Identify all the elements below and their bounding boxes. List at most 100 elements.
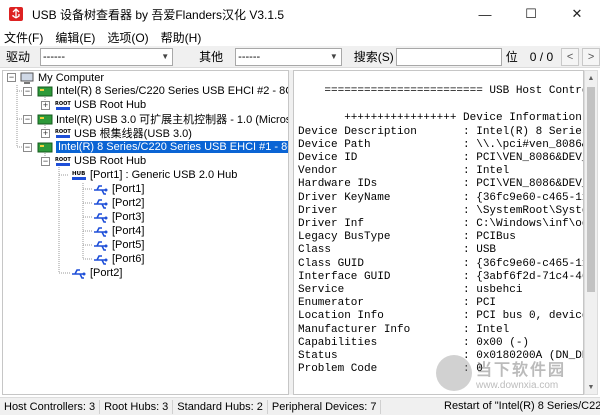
details-scrollbar[interactable]: ▲ ▼ (584, 70, 598, 395)
tree-item-label: USB 根集线器(USB 3.0) (74, 128, 192, 140)
tree-item-label: [Port6] (112, 253, 145, 265)
svg-text:ROOT: ROOT (55, 157, 71, 163)
root-hub-icon: ROOT (55, 127, 71, 140)
tree-item-label: [Port5] (112, 239, 145, 251)
tree-item-label: USB Root Hub (74, 99, 147, 111)
tree-item-port[interactable]: [Port2] (71, 266, 122, 280)
collapse-toggle[interactable]: − (23, 87, 32, 96)
detail-line: Driver Inf : C:\Windows\inf\oem7 (298, 218, 584, 230)
toolbar: 驱动 ------ ▼ 其他 ------ ▼ 搜索(S) 位 0 / 0 < … (0, 46, 600, 68)
drive-select[interactable]: ------ ▼ (40, 47, 174, 66)
root-hub-icon: ROOT (55, 155, 71, 168)
detail-line: Capabilities : 0x00 (-) (298, 337, 530, 349)
usb-controller-icon (37, 141, 53, 154)
expand-toggle[interactable]: + (41, 129, 50, 138)
maximize-button[interactable]: ☐ (508, 0, 554, 28)
collapse-toggle[interactable]: − (23, 143, 32, 152)
detail-line: Service : usbehci (298, 284, 523, 296)
tree-item-label: [Port1] (112, 183, 145, 195)
svg-text:ROOT: ROOT (55, 101, 71, 107)
other-select[interactable]: ------ ▼ (235, 47, 342, 66)
tree-item-port[interactable]: [Port1] (93, 182, 144, 196)
chevron-down-icon: ▼ (329, 52, 338, 61)
prev-match-button[interactable]: < (561, 47, 580, 66)
drive-select-value: ------ (43, 50, 65, 63)
detail-line: Location Info : PCI bus 0, device 2 (298, 310, 584, 322)
detail-line: Manufacturer Info : Intel (298, 324, 510, 336)
status-root-hubs: Root Hubs: 3 (100, 399, 174, 414)
usb-controller-icon (37, 113, 53, 126)
tree-item-controller[interactable]: Intel(R) 8 Series/C220 Series USB EHCI #… (37, 84, 289, 98)
tree-item-label: [Port2] (112, 197, 145, 209)
usb-port-icon (93, 239, 109, 252)
status-message: Restart of "Intel(R) 8 Series/C220 (444, 400, 600, 412)
detail-line: Device ID : PCI\VEN_8086&DEV_8 (298, 152, 584, 164)
tree-item-hub[interactable]: HUB [Port1] : Generic USB 2.0 Hub (71, 168, 237, 182)
tree-item-root-hub[interactable]: ROOT USB Root Hub (55, 98, 146, 112)
tree-item-port[interactable]: [Port4] (93, 224, 144, 238)
tree-item-port[interactable]: [Port2] (93, 196, 144, 210)
collapse-toggle[interactable]: − (41, 157, 50, 166)
title-bar: USB 设备树查看器 by 吾爱Flanders汉化 V3.1.5 — ☐ ✕ (0, 0, 600, 28)
scrollbar-thumb[interactable] (587, 87, 595, 292)
svg-text:HUB: HUB (72, 171, 85, 177)
device-details-text[interactable]: ======================== USB Host Contro… (293, 70, 584, 395)
tree-item-port[interactable]: [Port3] (93, 210, 144, 224)
usb-app-icon (9, 7, 23, 21)
other-label: 其他 (199, 50, 224, 64)
tree-item-label: [Port4] (112, 225, 145, 237)
search-input[interactable] (395, 47, 502, 66)
tree-item-root-hub[interactable]: ROOT USB 根集线器(USB 3.0) (55, 126, 192, 140)
detail-line: Class GUID : {36fc9e60-c465-11cf (298, 258, 584, 270)
collapse-toggle[interactable]: − (23, 115, 32, 124)
detail-line: ======================== USB Host Contro… (324, 85, 583, 97)
menu-help[interactable]: 帮助(H) (161, 29, 202, 46)
tree-item-label: Intel(R) 8 Series/C220 Series USB EHCI #… (56, 85, 289, 97)
detail-line: +++++++++++++++++ Device Information + (298, 112, 584, 124)
detail-line: Status : 0x0180200A (DN_DRIV (298, 350, 584, 362)
search-label: 搜索(S) (353, 50, 394, 64)
other-select-value: ------ (238, 50, 261, 63)
close-button[interactable]: ✕ (554, 0, 600, 28)
status-bar: Host Controllers: 3 Root Hubs: 3 Standar… (0, 397, 600, 415)
detail-line: Device Path : \\.\pci#ven_8086&d (298, 139, 584, 151)
detail-line: Legacy BusType : PCIBus (298, 231, 516, 243)
scroll-down-icon[interactable]: ▼ (585, 380, 597, 394)
tree-item-port[interactable]: [Port6] (93, 252, 144, 266)
detail-line: Vendor : Intel (298, 165, 510, 177)
device-tree[interactable]: − My Computer − Intel(R) 8 Series/C220 S… (2, 70, 289, 395)
usb-port-icon (93, 253, 109, 266)
tree-item-label: Intel(R) 8 Series/C220 Series USB EHCI #… (56, 141, 288, 153)
usb-port-icon (93, 197, 109, 210)
tree-item-label: My Computer (38, 72, 105, 84)
scroll-up-icon[interactable]: ▲ (585, 71, 597, 85)
tree-item-port[interactable]: [Port5] (93, 238, 144, 252)
window-title: USB 设备树查看器 by 吾爱Flanders汉化 V3.1.5 (32, 7, 285, 22)
menu-options[interactable]: 选项(O) (107, 29, 148, 46)
tree-item-my-computer[interactable]: My Computer (19, 71, 104, 85)
menu-edit[interactable]: 编辑(E) (55, 29, 95, 46)
detail-line: Problem Code : 0 (298, 363, 483, 375)
drive-label: 驱动 (6, 50, 31, 64)
next-match-button[interactable]: > (582, 47, 600, 66)
tree-item-root-hub[interactable]: ROOT USB Root Hub (55, 154, 146, 168)
usb-port-icon (93, 183, 109, 196)
svg-text:ROOT: ROOT (55, 129, 71, 135)
match-count: 0 / 0 (529, 49, 554, 64)
tree-item-controller-selected[interactable]: Intel(R) 8 Series/C220 Series USB EHCI #… (37, 140, 288, 154)
usb-port-icon (93, 225, 109, 238)
collapse-toggle[interactable]: − (7, 73, 16, 82)
tree-item-label: [Port1] : Generic USB 2.0 Hub (90, 169, 238, 181)
minimize-button[interactable]: — (462, 0, 508, 28)
chevron-down-icon: ▼ (161, 52, 170, 61)
expand-toggle[interactable]: + (41, 101, 50, 110)
status-host-controllers: Host Controllers: 3 (0, 399, 101, 414)
root-hub-icon: ROOT (55, 99, 71, 112)
tree-item-label: [Port3] (112, 211, 145, 223)
tree-item-controller[interactable]: Intel(R) USB 3.0 可扩展主机控制器 - 1.0 (Microso… (37, 112, 288, 126)
position-label: 位 (505, 50, 518, 64)
menu-file[interactable]: 文件(F) (4, 29, 43, 46)
usb-port-icon (93, 211, 109, 224)
detail-line: Hardware IDs : PCI\VEN_8086&DEV_8C (298, 178, 584, 190)
detail-line: Enumerator : PCI (298, 297, 497, 309)
